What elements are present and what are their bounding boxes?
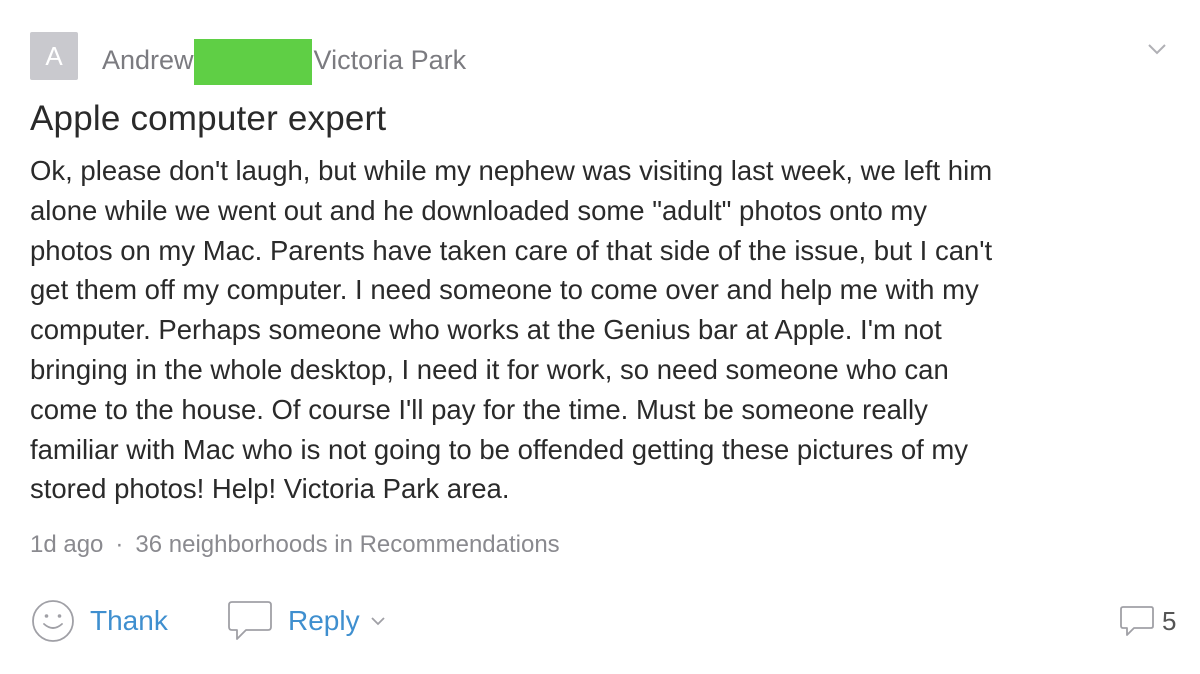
post-body-line: computer. Perhaps someone who works at t… <box>30 314 942 346</box>
post-timestamp: 1d ago <box>30 531 104 558</box>
thank-label: Thank <box>90 605 168 636</box>
chevron-down-icon[interactable] <box>370 615 386 627</box>
thank-button[interactable]: Thank <box>30 596 168 646</box>
author-line: Andrew Victoria Park <box>102 35 466 85</box>
smiley-icon <box>32 600 74 642</box>
speech-bubble-icon <box>228 601 272 640</box>
post-card: A Andrew Victoria Park Apple computer ex… <box>0 0 1200 674</box>
reply-button[interactable]: Reply <box>226 596 386 646</box>
author-neighborhood[interactable]: Victoria Park <box>314 45 467 76</box>
reply-label: Reply <box>288 605 360 636</box>
post-body: Ok, please don't laugh, but while my nep… <box>30 151 1180 509</box>
post-body-line: photos on my Mac. Parents have taken car… <box>30 234 993 266</box>
post-body-line: alone while we went out and he downloade… <box>30 194 928 226</box>
post-body-line: come to the house. Of course I'll pay fo… <box>30 393 928 425</box>
redaction-block <box>193 39 312 85</box>
post-body-line: get them off my computer. I need someone… <box>30 274 979 306</box>
avatar[interactable]: A <box>30 32 78 80</box>
post-meta: 1d ago · 36 neighborhoods in Recommendatio… <box>30 531 560 559</box>
post-body-line: bringing in the whole desktop, I need it… <box>30 353 949 385</box>
comment-count: 5 <box>1162 605 1177 636</box>
post-body-line: Ok, please don't laugh, but while my nep… <box>30 155 993 186</box>
post-title: Apple computer expert <box>30 99 387 138</box>
author-name[interactable]: Andrew <box>102 45 194 76</box>
comment-bubble-icon <box>1120 606 1154 636</box>
post-body-line: familiar with Mac who is not going to be… <box>30 433 969 465</box>
action-bar: Thank Reply 5 <box>30 596 1180 646</box>
post-audience[interactable]: 36 neighborhoods in Recommendations <box>135 531 559 558</box>
meta-separator: · <box>115 531 124 558</box>
chevron-down-icon[interactable] <box>1146 38 1168 60</box>
comments-button[interactable]: 5 <box>1118 596 1176 646</box>
post-body-line: stored photos! Help! Victoria Park area. <box>30 473 510 505</box>
